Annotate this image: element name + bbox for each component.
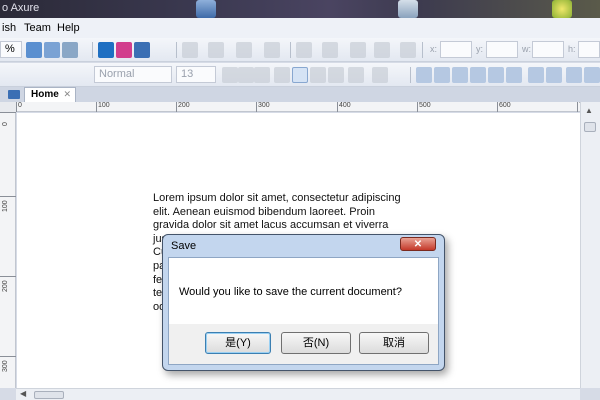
bullets-icon[interactable]	[328, 67, 344, 83]
ruler-label: 600	[499, 102, 511, 109]
main-toolbar: % x: y: w: h:	[0, 38, 600, 62]
window-title: o Axure	[2, 2, 40, 14]
dialog-message-area: Would you like to save the current docum…	[169, 258, 438, 324]
font-style-value: Normal	[99, 68, 135, 80]
connector-icon[interactable]	[62, 42, 78, 58]
zoom-value: %	[5, 43, 15, 55]
font-size-select[interactable]: 13	[176, 66, 216, 83]
scroll-up-icon[interactable]: ▲	[585, 106, 593, 115]
align-icon[interactable]	[208, 42, 224, 58]
toolbar-separator	[92, 42, 93, 58]
align-right-icon[interactable]	[310, 67, 326, 83]
ruler-label: 300	[2, 360, 9, 372]
align-center-icon[interactable]	[292, 67, 308, 83]
format-toolbar: Normal 13	[0, 63, 600, 87]
share-icon[interactable]	[116, 42, 132, 58]
taskbar-file-icon[interactable]	[196, 0, 216, 18]
align-center-edges-icon[interactable]	[434, 67, 450, 83]
distribute-vertical-icon[interactable]	[546, 67, 562, 83]
vertical-scrollbar[interactable]: ▲	[580, 102, 600, 388]
x-input[interactable]	[440, 41, 472, 58]
vertical-ruler: 0 100 200 300	[0, 112, 16, 388]
w-label: w:	[522, 44, 531, 54]
align-left-edges-icon[interactable]	[416, 67, 432, 83]
y-input[interactable]	[486, 41, 518, 58]
yes-button[interactable]: 是(Y)	[205, 332, 271, 354]
group-icon[interactable]	[584, 67, 600, 83]
horizontal-scrollbar[interactable]: ◀	[16, 388, 580, 400]
image-icon[interactable]	[182, 42, 198, 58]
x-label: x:	[430, 44, 438, 54]
select-intersect-icon[interactable]	[26, 42, 42, 58]
ruler-label: 100	[98, 102, 110, 109]
italic-icon[interactable]	[238, 67, 254, 83]
save-dialog: Save ✕ Would you like to save the curren…	[162, 234, 445, 371]
ruler-label: 300	[258, 102, 270, 109]
ruler-label: 200	[178, 102, 190, 109]
sitemap-icon[interactable]	[8, 90, 20, 99]
h-label: h:	[568, 44, 576, 54]
dialog-message: Would you like to save the current docum…	[179, 286, 402, 298]
scroll-thumb[interactable]	[34, 391, 64, 399]
toolbar-separator	[422, 42, 423, 58]
taskbar-app-icon[interactable]	[552, 0, 572, 18]
zoom-select[interactable]: %	[0, 41, 22, 58]
menu-team[interactable]: Team	[24, 22, 51, 34]
menu-bar: ish Team Help	[0, 18, 600, 38]
lock-icon[interactable]	[566, 67, 582, 83]
arrow-style-icon[interactable]	[400, 42, 416, 58]
border-style-icon[interactable]	[374, 42, 390, 58]
preview-icon[interactable]	[98, 42, 114, 58]
ruler-label: 0	[18, 102, 22, 109]
ruler-label: 500	[419, 102, 431, 109]
align-right-edges-icon[interactable]	[452, 67, 468, 83]
distribute-horizontal-icon[interactable]	[528, 67, 544, 83]
y-label: y:	[476, 44, 484, 54]
ruler-label: 200	[2, 280, 9, 292]
menu-help[interactable]: Help	[57, 22, 80, 34]
toolbar-separator	[410, 67, 411, 83]
scroll-left-icon[interactable]: ◀	[20, 389, 26, 398]
toolbar-separator	[176, 42, 177, 58]
align-top-icon[interactable]	[470, 67, 486, 83]
toolbar-separator	[290, 42, 291, 58]
tab-home[interactable]: Home ✕	[24, 87, 76, 102]
font-style-select[interactable]: Normal	[94, 66, 172, 83]
line-style-icon[interactable]	[264, 42, 280, 58]
dialog-body: Would you like to save the current docum…	[168, 257, 439, 365]
align-left-icon[interactable]	[274, 67, 290, 83]
ruler-corner	[0, 102, 16, 112]
bold-icon[interactable]	[222, 67, 238, 83]
scroll-thumb[interactable]	[584, 122, 596, 132]
underline-icon[interactable]	[254, 67, 270, 83]
publish-icon[interactable]	[134, 42, 150, 58]
ruler-label: 100	[2, 200, 9, 212]
horizontal-ruler: 0 100 200 300 400 500 600 700	[16, 102, 600, 112]
align-middle-icon[interactable]	[488, 67, 504, 83]
align-bottom-icon[interactable]	[506, 67, 522, 83]
no-button[interactable]: 否(N)	[281, 332, 351, 354]
w-input[interactable]	[532, 41, 564, 58]
cancel-button[interactable]: 取消	[359, 332, 429, 354]
font-size-value: 13	[181, 68, 194, 80]
close-tab-icon[interactable]: ✕	[63, 89, 71, 100]
page-tab-bar: Home ✕	[0, 87, 600, 102]
fill-color-icon[interactable]	[296, 42, 312, 58]
h-input[interactable]	[578, 41, 600, 58]
window-titlebar: o Axure	[0, 0, 600, 18]
shape-icon[interactable]	[322, 42, 338, 58]
border-icon[interactable]	[350, 42, 366, 58]
menu-publish[interactable]: ish	[2, 22, 16, 34]
select-contain-icon[interactable]	[44, 42, 60, 58]
tab-home-label: Home	[31, 89, 59, 100]
dialog-close-button[interactable]: ✕	[400, 237, 436, 251]
taskbar-document-icon[interactable]	[398, 0, 418, 18]
ruler-label: 400	[339, 102, 351, 109]
dialog-title: Save	[171, 240, 197, 252]
distribute-icon[interactable]	[236, 42, 252, 58]
link-icon[interactable]	[348, 67, 364, 83]
text-color-icon[interactable]	[372, 67, 388, 83]
ruler-label: 0	[2, 122, 9, 126]
